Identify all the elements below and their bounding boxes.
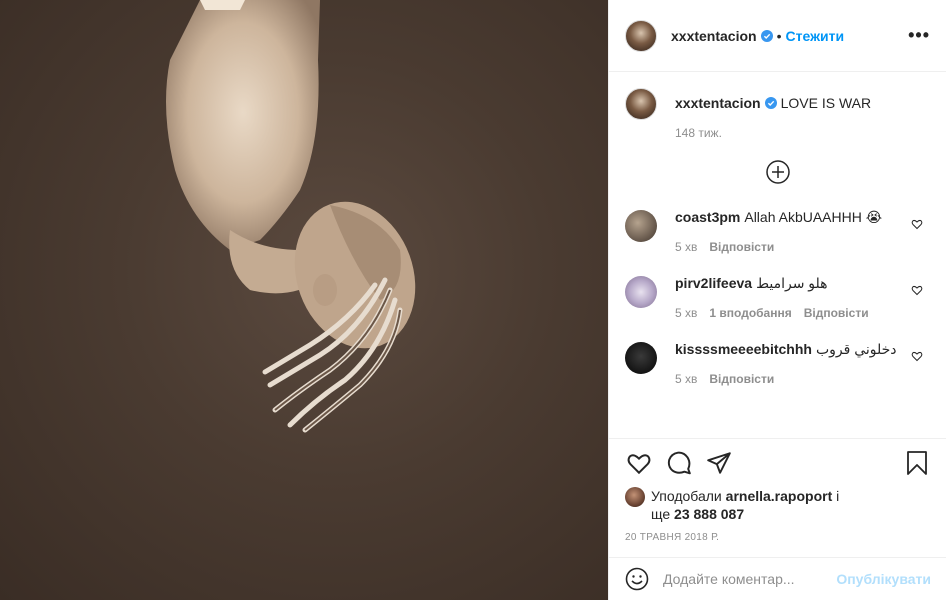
likes-prefix: Уподобали <box>651 488 722 504</box>
comment-meta: 5 хв Відповісти <box>675 372 931 386</box>
post-date[interactable]: 20 травня 2018 р. <box>625 532 931 543</box>
comment-text: Allah AkbUAAHHH 😭 <box>744 209 883 225</box>
comment-time[interactable]: 5 хв <box>675 240 697 254</box>
verified-badge-icon <box>760 29 773 42</box>
post-viewer: xxxtentacion • Стежити ••• xxxtentacion L… <box>0 0 946 600</box>
post-actions: Уподобали arnella.rapoport і ще 23 888 0… <box>609 438 946 543</box>
caption-text-line: xxxtentacion LOVE IS WAR <box>675 94 931 112</box>
caption-avatar[interactable] <box>625 88 657 120</box>
action-icons-row <box>625 449 931 477</box>
comment-body: pirv2lifeeva هلو سراميط 5 хв 1 вподобання В… <box>675 274 931 320</box>
comment-text-line: coast3pm Allah AkbUAAHHH 😭 <box>675 208 931 226</box>
comment-body: kissssmeeeebitchhh دخلوني قروب 5 хв Відпов… <box>675 340 931 386</box>
commenter-avatar[interactable] <box>625 342 657 374</box>
comment-bubble-icon[interactable] <box>666 450 692 476</box>
emoji-icon[interactable] <box>625 567 649 591</box>
comment-time[interactable]: 5 хв <box>675 372 697 386</box>
comment-button[interactable] <box>665 449 693 477</box>
comment-text-line: kissssmeeeebitchhh دخلوني قروب <box>675 340 931 358</box>
commenter-avatar[interactable] <box>625 276 657 308</box>
caption-time[interactable]: 148 тиж. <box>675 126 722 140</box>
author-username[interactable]: xxxtentacion <box>671 28 757 44</box>
comment-meta: 5 хв 1 вподобання Відповісти <box>675 306 931 320</box>
comments-list[interactable]: xxxtentacion LOVE IS WAR 148 тиж. coast3… <box>609 72 946 438</box>
header-separator: • <box>776 27 782 44</box>
more-options-icon[interactable]: ••• <box>908 25 930 46</box>
comment-username[interactable]: kissssmeeeebitchhh <box>675 341 812 357</box>
author-avatar[interactable] <box>625 19 657 52</box>
liker-avatar[interactable] <box>625 487 645 507</box>
like-comment-icon[interactable] <box>911 284 923 296</box>
comment-text-line: pirv2lifeeva هلو سراميط <box>675 274 931 292</box>
post-sidebar: xxxtentacion • Стежити ••• xxxtentacion L… <box>608 0 946 600</box>
reply-button[interactable]: Відповісти <box>804 306 869 320</box>
like-button[interactable] <box>625 449 653 477</box>
caption: xxxtentacion LOVE IS WAR 148 тиж. <box>625 88 931 140</box>
comment-text: هلو سراميط <box>756 275 828 291</box>
heart-icon[interactable] <box>626 450 652 476</box>
caption-meta: 148 тиж. <box>675 126 931 140</box>
comment-time[interactable]: 5 хв <box>675 306 697 320</box>
caption-username[interactable]: xxxtentacion <box>675 95 761 111</box>
comment-body: coast3pm Allah AkbUAAHHH 😭 5 хв Відповісти <box>675 208 931 254</box>
comment-input[interactable]: Додайте коментар... <box>663 571 836 587</box>
bookmark-icon[interactable] <box>905 450 929 476</box>
like-comment-icon[interactable] <box>911 218 923 230</box>
likes-count[interactable]: 23 888 087 <box>674 506 744 522</box>
comment-username[interactable]: pirv2lifeeva <box>675 275 752 291</box>
caption-body: xxxtentacion LOVE IS WAR 148 тиж. <box>675 94 931 140</box>
commenter-avatar[interactable] <box>625 210 657 242</box>
comment-item: coast3pm Allah AkbUAAHHH 😭 5 хв Відповісти <box>625 208 931 254</box>
reply-button[interactable]: Відповісти <box>709 240 774 254</box>
post-image[interactable] <box>0 0 608 600</box>
comment-username[interactable]: coast3pm <box>675 209 740 225</box>
likes-more-prefix: ще <box>651 506 671 522</box>
share-button[interactable] <box>705 449 733 477</box>
follow-button[interactable]: Стежити <box>786 28 845 44</box>
likes-text: Уподобали arnella.rapoport і ще 23 888 0… <box>651 487 839 523</box>
plus-circle-icon[interactable] <box>766 160 790 184</box>
save-button[interactable] <box>903 449 931 477</box>
inverted-portrait-photo <box>166 0 416 433</box>
comment-likes-count[interactable]: 1 вподобання <box>709 306 791 320</box>
liker-username[interactable]: arnella.rapoport <box>726 488 833 504</box>
add-comment-bar: Додайте коментар... Опублікувати <box>609 557 946 600</box>
load-more-comments[interactable] <box>625 160 931 184</box>
paper-plane-icon[interactable] <box>706 450 732 476</box>
likes-conjunction: і <box>836 488 840 504</box>
post-header: xxxtentacion • Стежити ••• <box>609 0 946 72</box>
reply-button[interactable]: Відповісти <box>709 372 774 386</box>
likes-summary: Уподобали arnella.rapoport і ще 23 888 0… <box>625 487 931 523</box>
comment-item: pirv2lifeeva هلو سراميط 5 хв 1 вподобання В… <box>625 274 931 320</box>
like-comment-icon[interactable] <box>911 350 923 362</box>
verified-badge-icon <box>764 97 777 109</box>
publish-button[interactable]: Опублікувати <box>836 571 931 587</box>
comment-item: kissssmeeeebitchhh دخلوني قروب 5 хв Відпов… <box>625 340 931 386</box>
caption-text: LOVE IS WAR <box>780 95 872 111</box>
comment-text: دخلوني قروب <box>815 341 897 357</box>
comment-meta: 5 хв Відповісти <box>675 240 931 254</box>
